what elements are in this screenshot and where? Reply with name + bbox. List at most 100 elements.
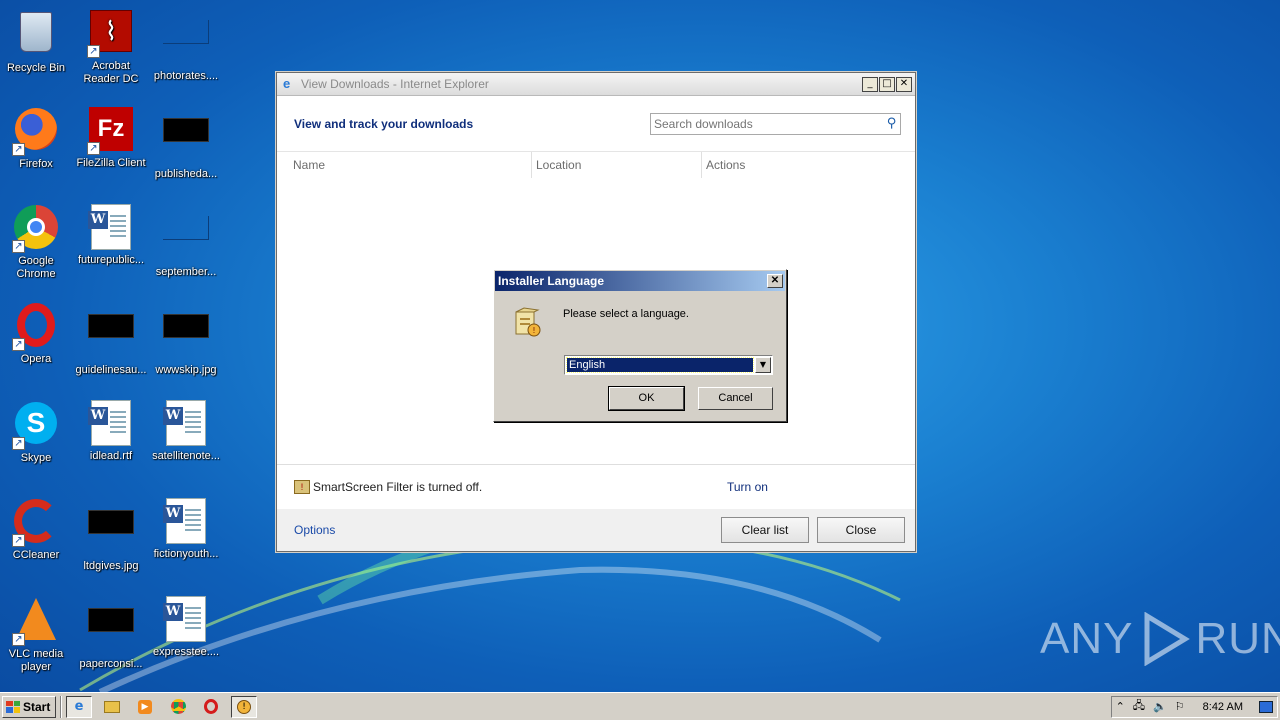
vlc-icon: ↗ bbox=[12, 598, 60, 646]
anyrun-watermark: ANY RUN bbox=[1040, 612, 1280, 666]
image-file-icon bbox=[162, 314, 210, 362]
smartscreen-text: SmartScreen Filter is turned off. bbox=[313, 480, 483, 494]
ie-footer: Options Clear list Close bbox=[277, 509, 915, 551]
action-center-flag-icon[interactable]: ⚐ bbox=[1175, 700, 1185, 713]
tray-expand-icon[interactable]: ⌃ bbox=[1116, 700, 1125, 713]
taskbar-ie-icon[interactable]: e bbox=[66, 695, 92, 718]
volume-icon[interactable]: 🔈 bbox=[1153, 700, 1167, 713]
minimize-button[interactable]: _ bbox=[862, 76, 878, 92]
taskbar-chrome-icon[interactable] bbox=[165, 696, 191, 718]
show-desktop-icon[interactable] bbox=[1259, 700, 1273, 713]
desktop-icon-label: VLC media player bbox=[8, 648, 64, 673]
desktop-icon-label: september... bbox=[155, 266, 217, 278]
word-doc-icon: W bbox=[162, 400, 210, 448]
word-doc-icon: W bbox=[87, 204, 135, 252]
shield-warning-icon: ! bbox=[294, 480, 310, 494]
language-select-value[interactable]: English bbox=[566, 357, 754, 373]
desktop-icon-label: publisheda... bbox=[154, 168, 218, 180]
column-location[interactable]: Location bbox=[532, 152, 702, 178]
image-file-icon bbox=[87, 608, 135, 656]
desktop-icon[interactable]: ↗ CCleaner bbox=[0, 498, 74, 562]
desktop-icon[interactable]: ↗ Firefox bbox=[0, 106, 74, 171]
recycle-bin-icon bbox=[12, 12, 60, 60]
language-select[interactable]: English ▼ bbox=[564, 355, 773, 375]
ccleaner-icon: ↗ bbox=[12, 499, 60, 547]
desktop-icon[interactable]: ↗ Opera bbox=[0, 302, 74, 366]
shortcut-arrow-icon: ↗ bbox=[12, 143, 25, 156]
image-file-icon bbox=[87, 510, 135, 558]
clear-list-button[interactable]: Clear list bbox=[721, 517, 809, 543]
desktop-icon-label: ltdgives.jpg bbox=[83, 560, 139, 572]
cancel-button[interactable]: Cancel bbox=[698, 387, 773, 410]
desktop-icon[interactable]: september... bbox=[148, 204, 224, 279]
desktop-icon[interactable]: Fz ↗ FileZilla Client bbox=[73, 106, 149, 170]
desktop-icon[interactable]: guidelinesau... bbox=[73, 302, 149, 377]
search-downloads-input[interactable] bbox=[654, 116, 888, 131]
close-button[interactable]: Close bbox=[817, 517, 905, 543]
desktop-icon[interactable]: photorates.... bbox=[148, 8, 224, 83]
desktop-icon[interactable]: ⌇ ↗ Acrobat Reader DC bbox=[73, 8, 149, 86]
desktop-icon-label: Opera bbox=[20, 353, 52, 365]
ok-button[interactable]: OK bbox=[608, 386, 685, 411]
installer-title: Installer Language bbox=[498, 274, 605, 288]
opera-icon: ↗ bbox=[12, 303, 60, 351]
svg-text:!: ! bbox=[532, 326, 535, 335]
desktop-icon-label: paperconsi... bbox=[79, 658, 143, 670]
system-tray: ⌃ 🖧 🔈 ⚐ 8:42 AM bbox=[1110, 695, 1278, 718]
chevron-down-icon[interactable]: ▼ bbox=[755, 357, 771, 373]
taskbar-separator bbox=[60, 695, 62, 718]
desktop-icon-label: wwwskip.jpg bbox=[155, 364, 217, 376]
column-name[interactable]: Name bbox=[277, 152, 532, 178]
desktop-icon[interactable]: S ↗ Skype bbox=[0, 400, 74, 465]
desktop-icon-label: photorates.... bbox=[153, 70, 219, 82]
installer-package-icon: ! bbox=[515, 307, 541, 337]
desktop-icon[interactable]: paperconsi... bbox=[73, 596, 149, 671]
ie-icon: e bbox=[283, 76, 291, 91]
play-logo-icon bbox=[1144, 612, 1191, 666]
acrobat-icon: ⌇ ↗ bbox=[87, 10, 135, 58]
smartscreen-bar: ! SmartScreen Filter is turned off. Turn… bbox=[277, 464, 915, 509]
shortcut-arrow-icon: ↗ bbox=[12, 633, 25, 646]
shortcut-arrow-icon: ↗ bbox=[87, 45, 100, 58]
installer-titlebar[interactable]: Installer Language ✕ bbox=[495, 271, 785, 291]
search-icon[interactable]: ⚲ bbox=[887, 116, 897, 131]
desktop-icon[interactable]: Widlead.rtf bbox=[73, 400, 149, 463]
image-file-icon bbox=[162, 216, 210, 264]
maximize-button[interactable]: □ bbox=[879, 76, 895, 92]
search-downloads-box[interactable]: ⚲ bbox=[650, 112, 901, 135]
desktop-icon[interactable]: ltdgives.jpg bbox=[73, 498, 149, 573]
desktop-icon-label: Firefox bbox=[19, 158, 53, 170]
desktop-icon-label: fictionyouth... bbox=[153, 548, 219, 560]
installer-language-dialog: Installer Language ✕ ! Please select a l… bbox=[493, 269, 787, 422]
start-button[interactable]: Start bbox=[2, 695, 56, 718]
installer-close-button[interactable]: ✕ bbox=[767, 274, 783, 288]
column-headers: Name Location Actions bbox=[277, 152, 915, 178]
installer-prompt: Please select a language. bbox=[563, 308, 689, 320]
taskbar-media-player-icon[interactable]: ▶ bbox=[132, 696, 158, 718]
desktop-icon[interactable]: publisheda... bbox=[148, 106, 224, 181]
close-window-button[interactable]: ✕ bbox=[896, 76, 912, 92]
taskbar-explorer-icon[interactable] bbox=[99, 696, 125, 718]
desktop-icon[interactable]: Wsatellitenote... bbox=[148, 400, 224, 463]
network-icon[interactable]: 🖧 bbox=[1133, 697, 1145, 716]
word-doc-icon: W bbox=[87, 400, 135, 448]
window-title: View Downloads - Internet Explorer bbox=[301, 77, 489, 91]
desktop-icon[interactable]: ↗ Google Chrome bbox=[0, 204, 74, 281]
chrome-icon: ↗ bbox=[12, 205, 60, 253]
desktop-icon[interactable]: wwwskip.jpg bbox=[148, 302, 224, 377]
desktop-icon[interactable]: Wfictionyouth... bbox=[148, 498, 224, 561]
clock[interactable]: 8:42 AM bbox=[1203, 701, 1243, 713]
ie-titlebar[interactable]: e View Downloads - Internet Explorer _ □… bbox=[277, 73, 915, 96]
options-link[interactable]: Options bbox=[294, 523, 335, 537]
desktop-icon[interactable]: Wfuturepublic... bbox=[73, 204, 149, 267]
taskbar-opera-icon[interactable] bbox=[198, 696, 224, 718]
desktop-icon[interactable]: Wexpresstee.... bbox=[148, 596, 224, 659]
image-file-icon bbox=[87, 314, 135, 362]
firefox-icon: ↗ bbox=[12, 108, 60, 156]
column-actions[interactable]: Actions bbox=[702, 152, 745, 178]
turn-on-link[interactable]: Turn on bbox=[727, 480, 768, 494]
desktop-icon[interactable]: Recycle Bin bbox=[0, 8, 74, 75]
taskbar-installer-icon[interactable]: ! bbox=[231, 695, 257, 718]
desktop-icon-label: CCleaner bbox=[12, 549, 60, 561]
desktop-icon[interactable]: ↗ VLC media player bbox=[0, 596, 74, 674]
